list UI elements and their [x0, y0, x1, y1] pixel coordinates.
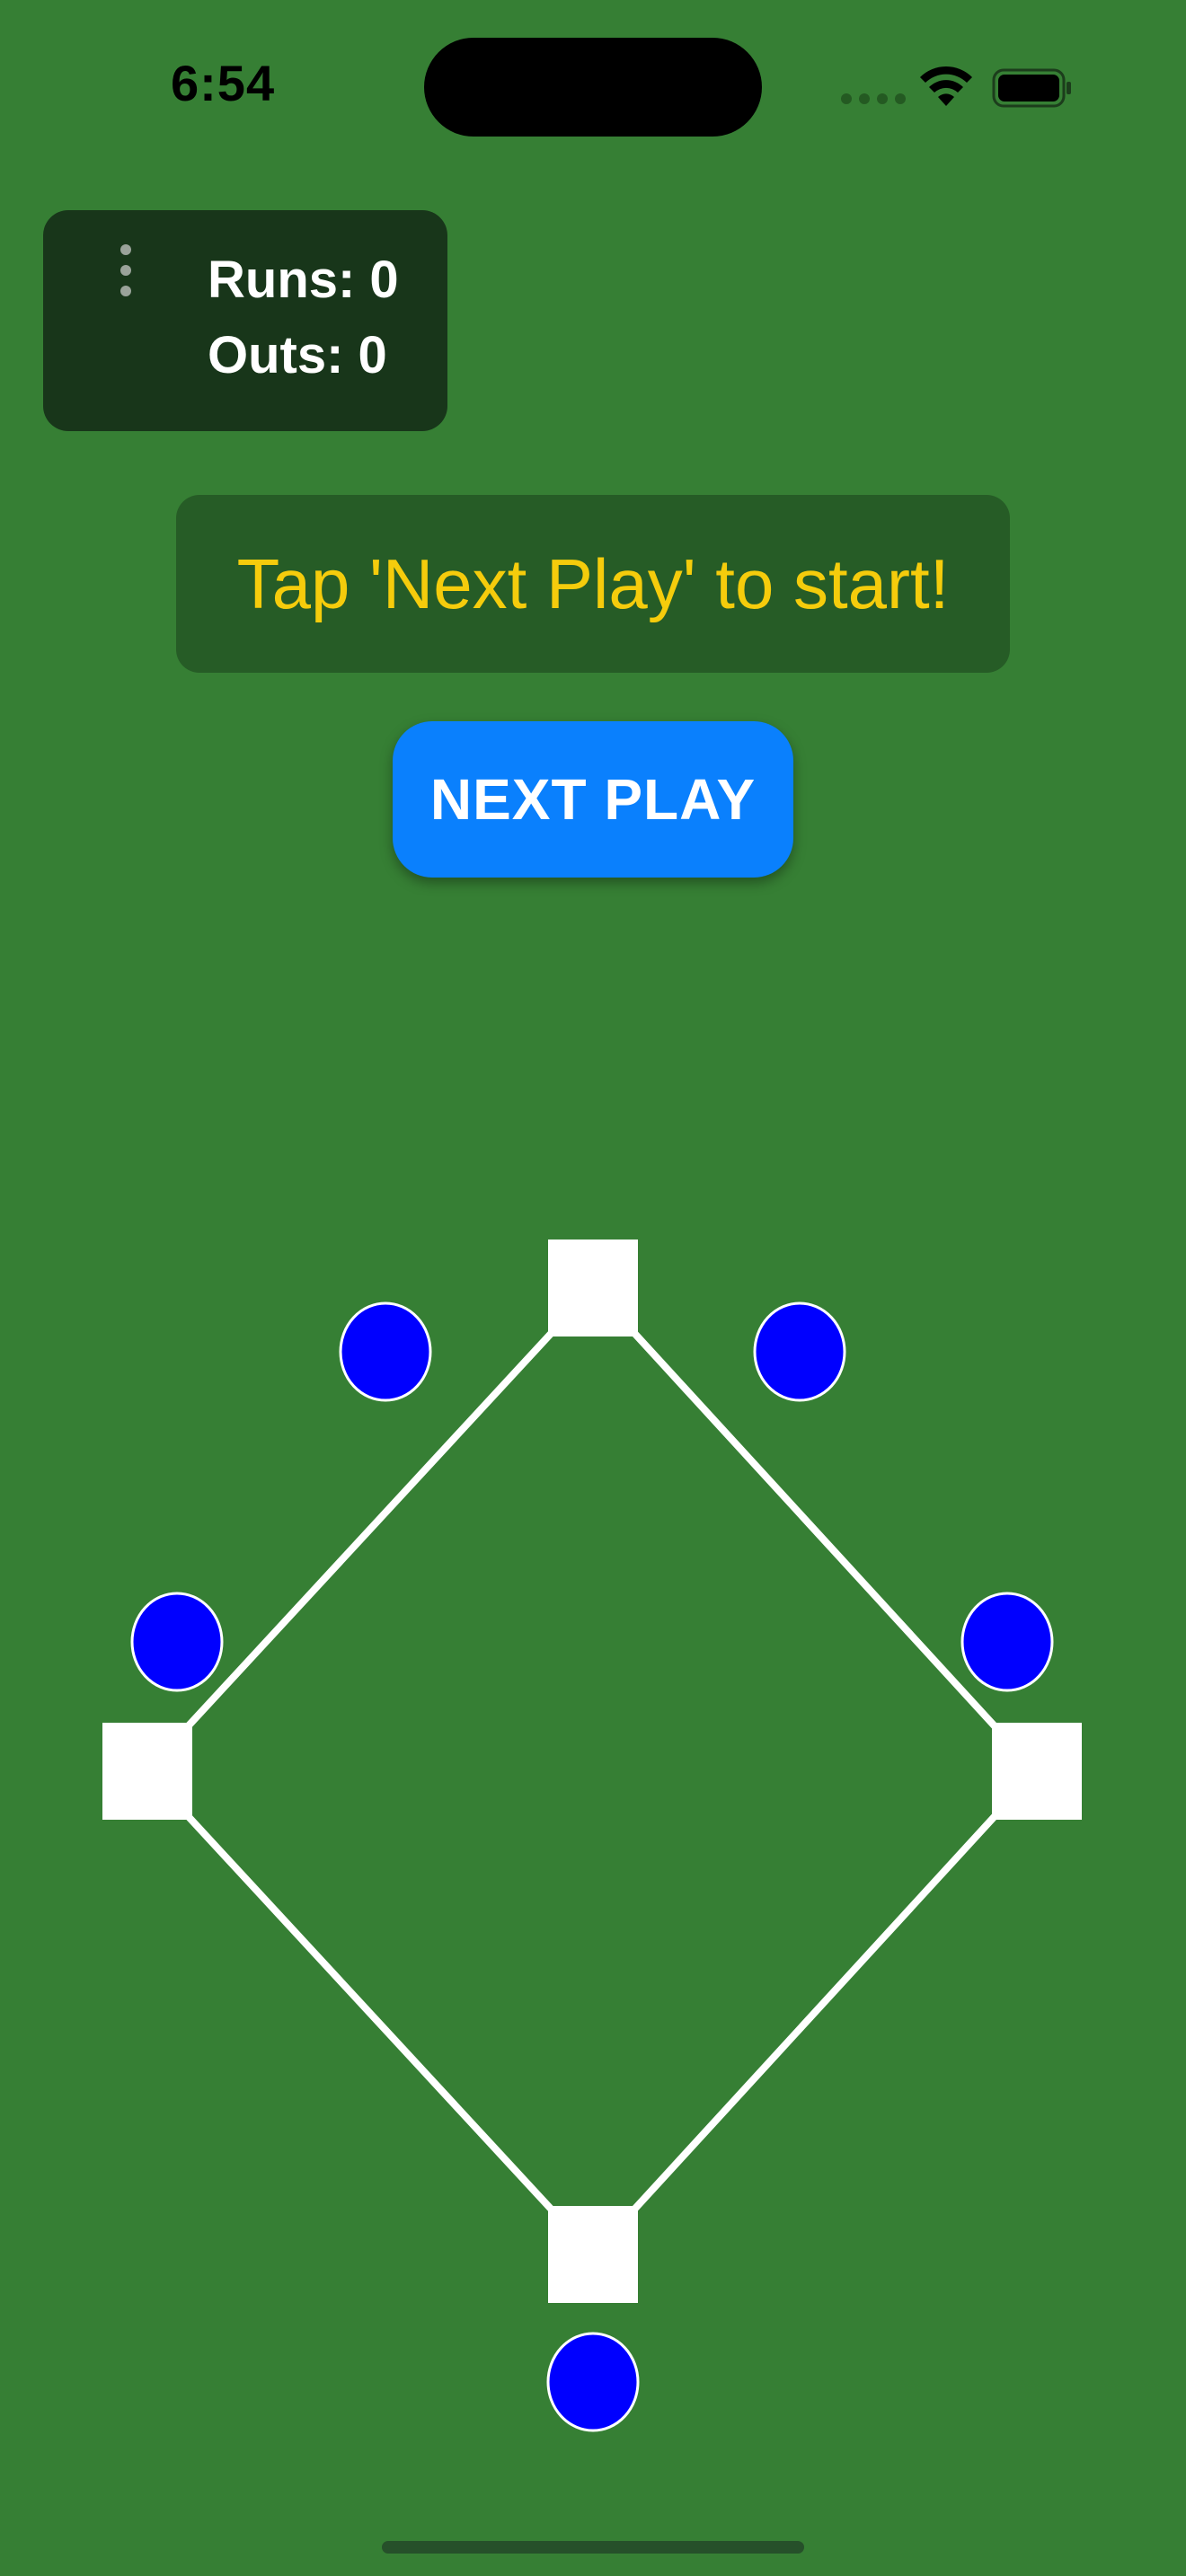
fielder-catcher	[546, 2332, 640, 2432]
home-indicator[interactable]	[382, 2541, 804, 2554]
base-path-first-home	[590, 1769, 1039, 2257]
fielder-right-field	[960, 1592, 1054, 1692]
fielder-center-left	[339, 1301, 432, 1402]
fielder-center-right	[753, 1301, 846, 1402]
base-path-third-home	[144, 1769, 596, 2257]
home-plate	[548, 2206, 638, 2303]
fielder-left-field	[130, 1592, 224, 1692]
second-base	[548, 1239, 638, 1337]
third-base	[102, 1723, 192, 1820]
baseball-field	[102, 1239, 1082, 2432]
base-paths	[144, 1285, 1039, 2257]
first-base	[992, 1723, 1082, 1820]
